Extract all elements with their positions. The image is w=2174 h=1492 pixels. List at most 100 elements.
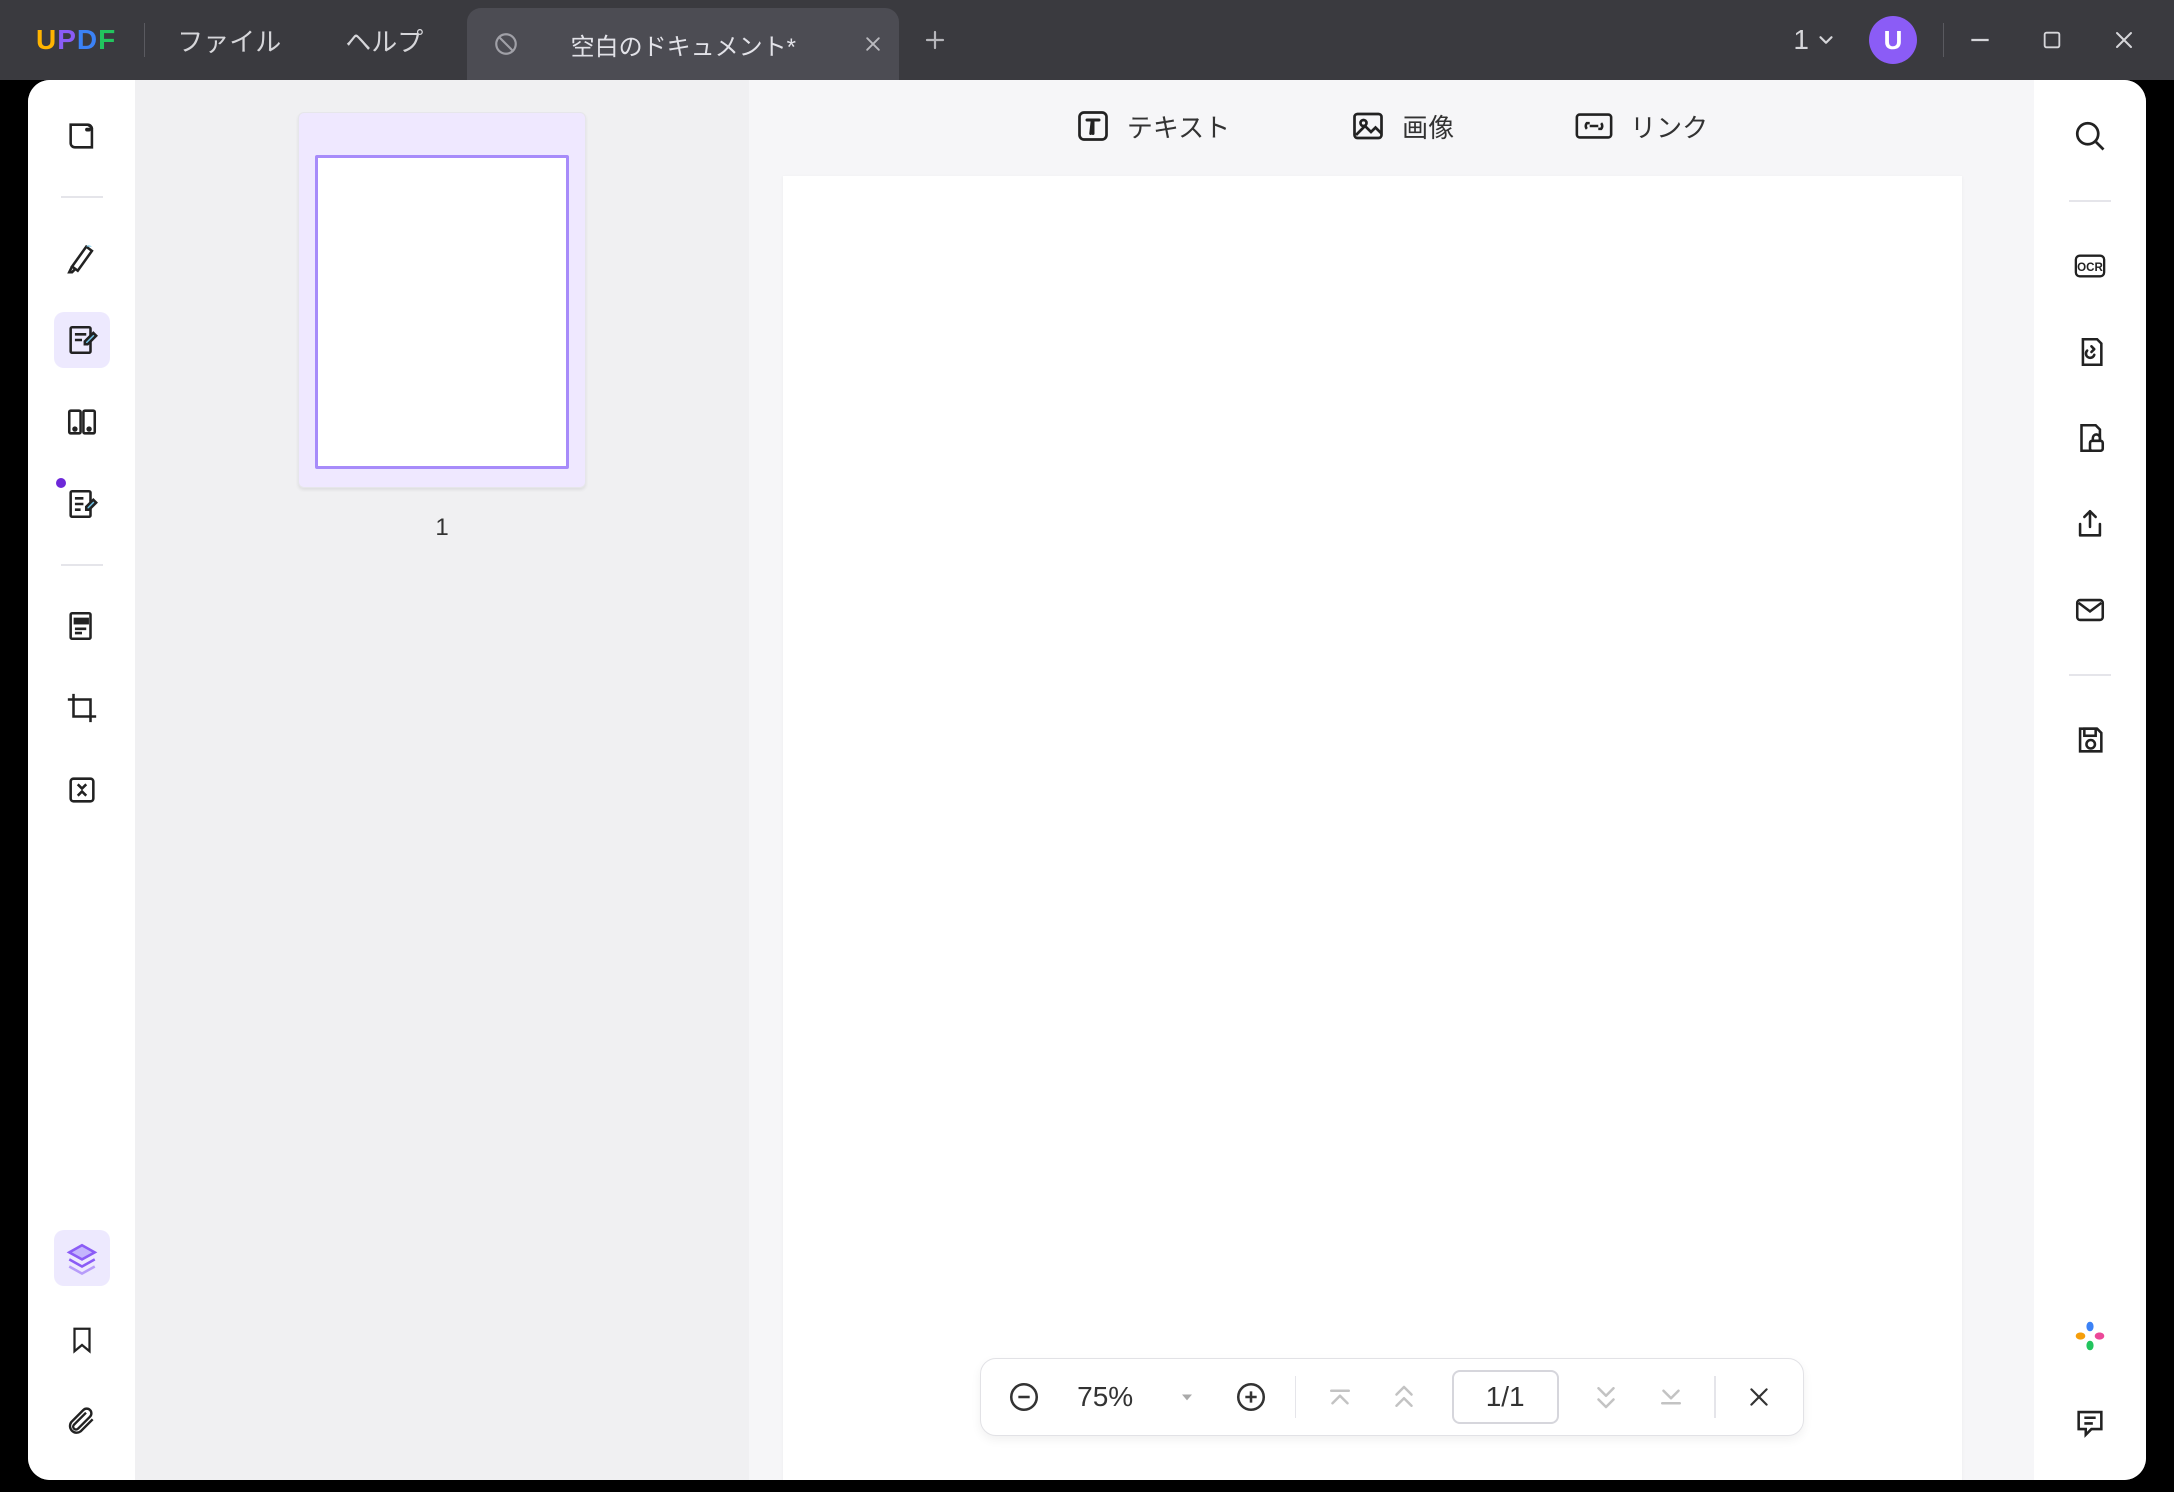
text-icon [1075,108,1111,144]
save-icon [2073,723,2107,757]
lock-page-icon [2073,421,2107,455]
page-indicator[interactable]: 1 / 1 [1452,1370,1559,1424]
chevron-down-icon [1815,29,1837,51]
maximize-icon [2041,29,2063,51]
comments-panel-button[interactable] [2062,1394,2118,1450]
image-icon [1350,108,1386,144]
thumbnails-panel-button[interactable] [54,1230,110,1286]
document-tab[interactable]: 空白のドキュメント* [467,8,899,80]
thumbnail-preview [315,155,569,469]
new-tab-button[interactable] [907,28,963,52]
window-maximize-button[interactable] [2016,8,2088,72]
left-tool-rail [28,80,135,1480]
thumbnail-page-number: 1 [167,514,717,542]
insert-link-button[interactable]: リンク [1574,108,1708,145]
last-page-icon [1656,1382,1686,1412]
next-page-button[interactable] [1585,1375,1628,1419]
close-icon [2112,28,2136,52]
first-page-button[interactable] [1318,1375,1361,1419]
document-icon [493,31,519,57]
minimize-icon [1967,27,1993,53]
app-body: 1 テキスト 画像 リンク 75% [28,80,2146,1480]
crop-tool[interactable] [54,680,110,736]
title-bar: UPDF ファイル ヘルプ 空白のドキュメント* 1 U [0,0,2174,80]
ai-assistant-button[interactable] [2062,1308,2118,1364]
active-indicator-dot [56,478,66,488]
dual-page-icon [65,405,99,439]
window-minimize-button[interactable] [1944,8,2016,72]
page-thumbnail[interactable] [298,112,586,488]
separator [1295,1376,1297,1418]
edit-toolbar: テキスト 画像 リンク [749,80,2034,172]
insert-text-button[interactable]: テキスト [1075,108,1230,145]
compress-tool[interactable] [54,762,110,818]
insert-image-button[interactable]: 画像 [1350,108,1454,145]
close-icon [863,34,883,54]
attachments-panel-button[interactable] [54,1394,110,1450]
organize-pages-tool[interactable] [54,394,110,450]
edit-tool[interactable] [54,312,110,368]
plus-icon [923,28,947,52]
form-icon [65,487,99,521]
document-count-dropdown[interactable]: 1 [1787,24,1843,56]
zoom-out-icon [1007,1380,1041,1414]
email-button[interactable] [2062,582,2118,638]
insert-link-label: リンク [1630,108,1708,145]
svg-text:OCR: OCR [2077,262,2103,274]
menu-file[interactable]: ファイル [145,22,313,59]
redact-tool[interactable] [54,598,110,654]
comment-tool[interactable] [54,230,110,286]
window-close-button[interactable] [2088,8,2160,72]
link-icon [1574,108,1614,144]
zoom-in-icon [1234,1380,1268,1414]
zoom-dropdown[interactable] [1165,1375,1208,1419]
reader-tool[interactable] [54,108,110,164]
insert-image-label: 画像 [1402,108,1454,145]
tab-close-button[interactable] [847,34,899,54]
app-logo: UPDF [36,24,116,56]
share-button[interactable] [2062,496,2118,552]
zoom-in-button[interactable] [1230,1375,1273,1419]
separator [61,564,103,566]
layers-icon [65,1241,99,1275]
zoom-out-button[interactable] [1003,1375,1046,1419]
convert-icon [2073,335,2107,369]
document-page[interactable] [783,176,1962,1480]
search-button[interactable] [2062,108,2118,164]
search-icon [2072,118,2108,154]
current-page: 1 [1486,1381,1502,1413]
close-zoom-bar-button[interactable] [1738,1375,1781,1419]
prev-page-button[interactable] [1383,1375,1426,1419]
ocr-icon: OCR [2072,250,2108,282]
canvas-viewport[interactable] [749,172,2034,1480]
compress-icon [65,773,99,807]
right-tool-rail: OCR [2034,80,2146,1480]
dropdown-triangle-icon [1177,1387,1197,1407]
page-separator: / [1501,1381,1509,1413]
tab-title: 空白のドキュメント* [519,27,847,62]
zoom-value: 75% [1067,1381,1143,1413]
share-icon [2073,507,2107,541]
document-count: 1 [1793,24,1809,56]
mail-icon [2073,595,2107,625]
last-page-button[interactable] [1649,1375,1692,1419]
save-button[interactable] [2062,712,2118,768]
book-icon [65,119,99,153]
crop-icon [65,691,99,725]
prev-page-icon [1389,1382,1419,1412]
convert-button[interactable] [2062,324,2118,380]
ocr-button[interactable]: OCR [2062,238,2118,294]
total-pages: 1 [1509,1381,1525,1413]
user-avatar[interactable]: U [1869,16,1917,64]
comment-icon [2073,1405,2107,1439]
protect-button[interactable] [2062,410,2118,466]
editor-area: テキスト 画像 リンク 75% [749,80,2034,1480]
menu-help[interactable]: ヘルプ [313,22,455,59]
bookmarks-panel-button[interactable] [54,1312,110,1368]
redact-icon [65,609,99,643]
paperclip-icon [66,1405,98,1439]
highlighter-icon [65,241,99,275]
separator [1714,1376,1716,1418]
ai-flower-icon [2071,1317,2109,1355]
bookmark-icon [67,1323,97,1357]
